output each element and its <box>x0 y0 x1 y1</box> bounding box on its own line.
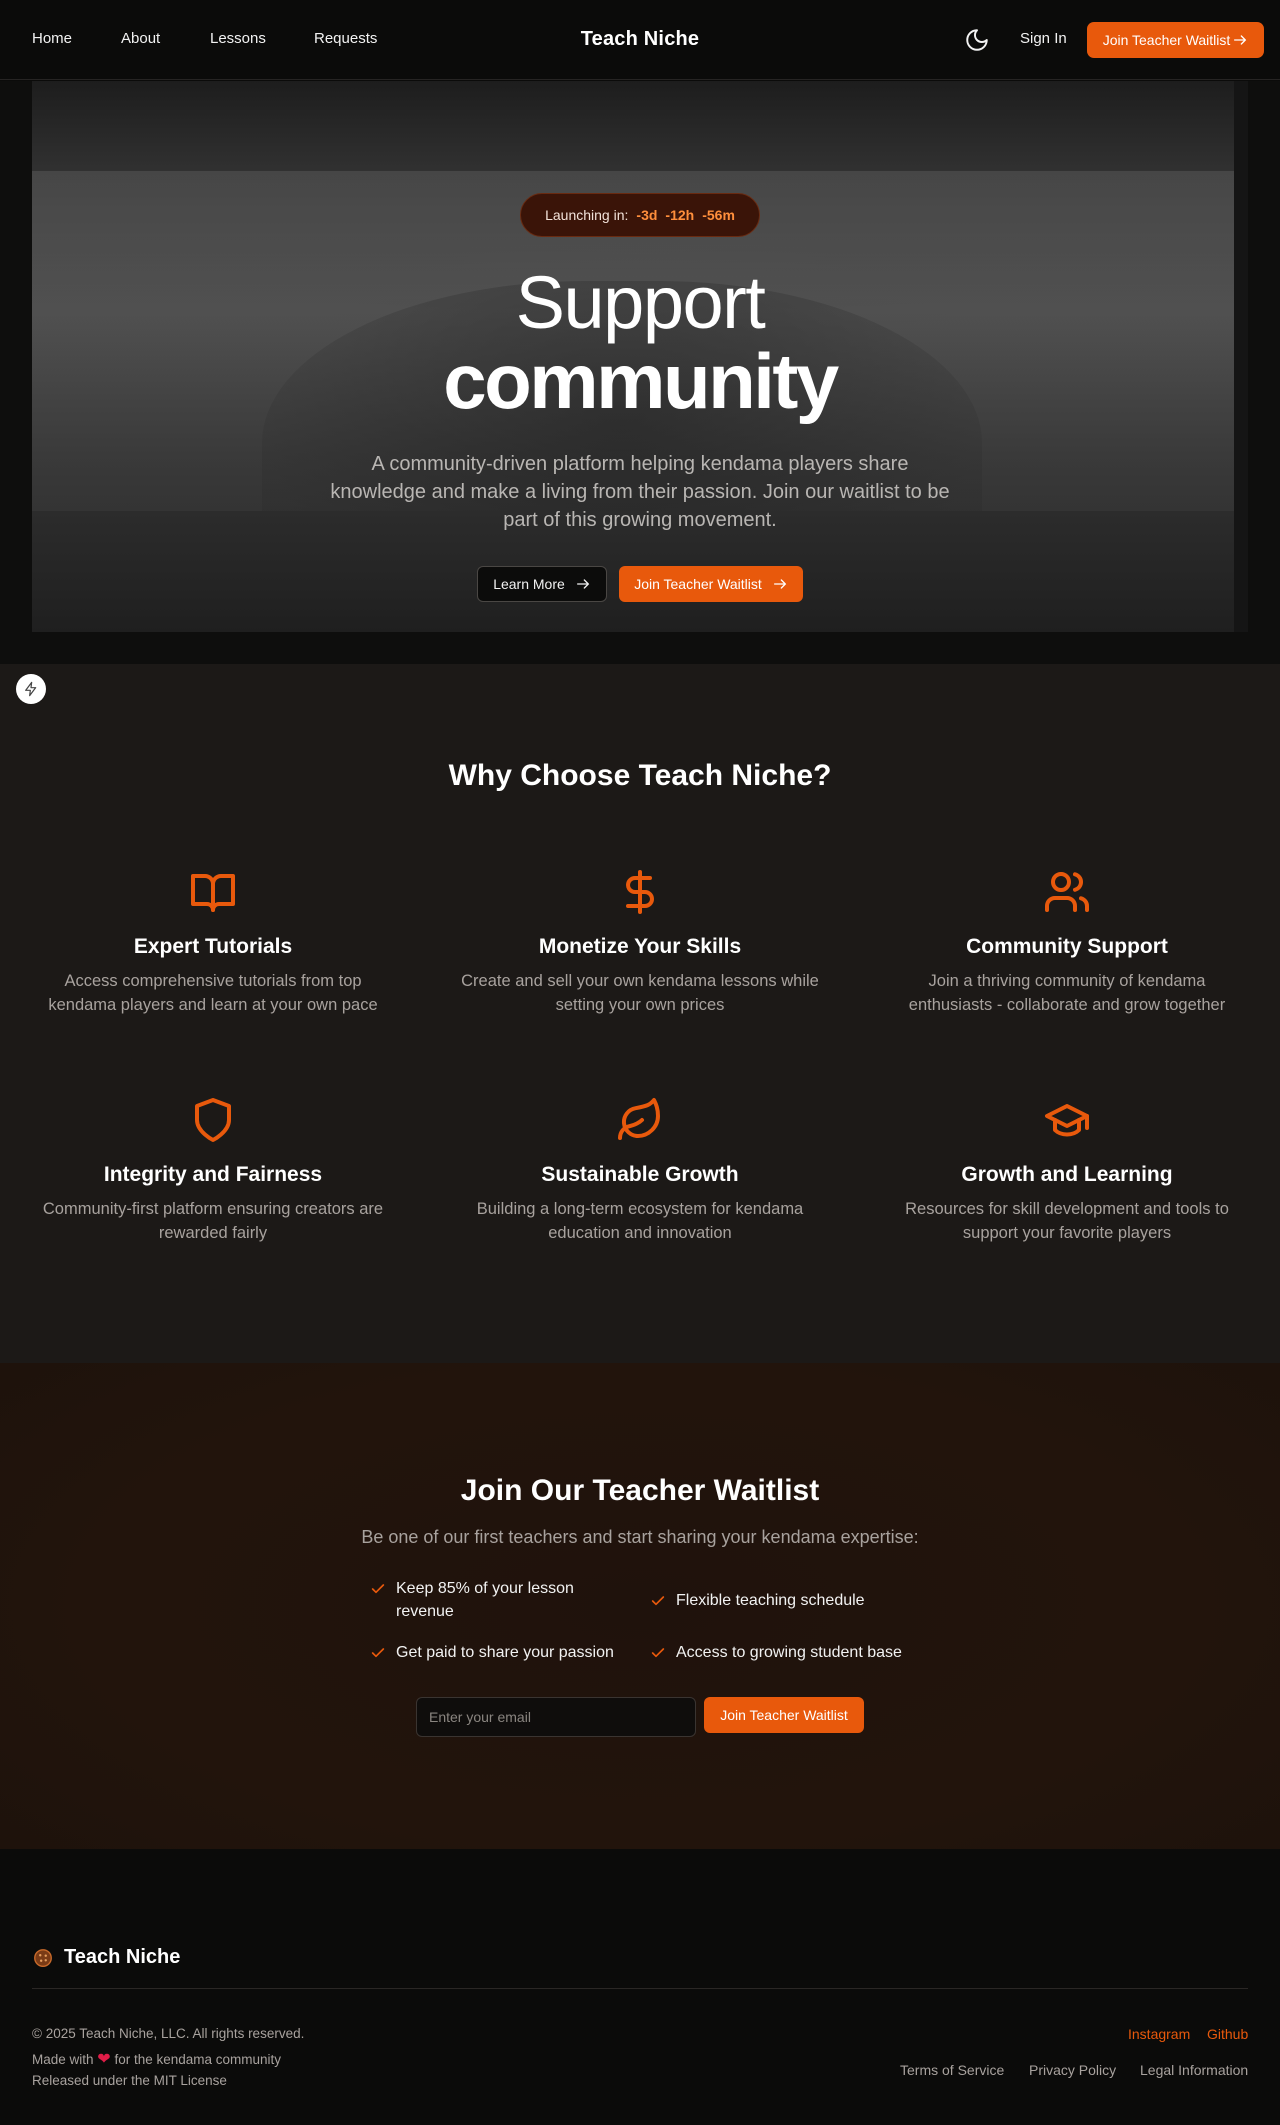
launch-countdown-pill: Launching in: -3d -12h -56m <box>520 193 760 237</box>
shield-icon <box>195 1098 231 1142</box>
check-icon <box>651 1596 665 1606</box>
arrow-right-icon <box>576 579 590 589</box>
perk-text: Access to growing student base <box>676 1644 902 1661</box>
waitlist-section <box>0 1363 1280 1849</box>
email-input[interactable] <box>416 1697 696 1737</box>
nav-link-lessons[interactable]: Lessons <box>210 30 266 47</box>
perk-text: Flexible teaching schedule <box>676 1592 865 1609</box>
perk-text: Get paid to share your passion <box>396 1644 614 1661</box>
top-nav: Home About Lessons Requests Teach Niche … <box>0 0 1280 80</box>
hero-waitlist-label: Join Teacher Waitlist <box>634 576 762 592</box>
feature-title: Community Support <box>966 935 1168 958</box>
feature-text: Access comprehensive tutorials from top … <box>48 972 378 1014</box>
learn-more-label: Learn More <box>493 576 565 592</box>
perk-item: Access to growing student base <box>650 1641 910 1664</box>
heart-icon: ❤ <box>97 2051 111 2068</box>
footer-brand[interactable]: Teach Niche <box>32 1946 180 1969</box>
feature-title: Monetize Your Skills <box>538 935 742 958</box>
nav-waitlist-button[interactable]: Join Teacher Waitlist <box>1087 22 1264 58</box>
launch-label: Launching in: <box>545 207 629 223</box>
check-icon <box>651 1648 665 1658</box>
feature-title: Expert Tutorials <box>133 935 293 958</box>
license-text: Released under the MIT License <box>32 2073 227 2088</box>
countdown-values: -3d -12h -56m <box>636 207 734 223</box>
countdown-hours: -12h <box>665 207 695 223</box>
nav-link-home[interactable]: Home <box>32 30 72 47</box>
feature-text: Join a thriving community of kendama ent… <box>908 972 1226 1014</box>
feature-card: Monetize Your Skills Create and sell you… <box>460 868 820 1017</box>
feature-title: Sustainable Growth <box>541 1163 739 1186</box>
users-icon <box>1045 872 1089 912</box>
waitlist-submit-button[interactable]: Join Teacher Waitlist <box>704 1697 864 1733</box>
instagram-link[interactable]: Instagram <box>1128 2026 1190 2042</box>
dollar-sign-icon <box>626 870 654 914</box>
features-title: Why Choose Teach Niche? <box>448 759 832 792</box>
copyright-text: © 2025 Teach Niche, LLC. All rights rese… <box>32 2026 305 2041</box>
check-icon <box>371 1584 385 1594</box>
lightning-bolt-icon[interactable] <box>16 674 46 704</box>
feature-card: Integrity and Fairness Community-first p… <box>33 1096 393 1245</box>
nav-link-about[interactable]: About <box>121 30 160 47</box>
nav-waitlist-label: Join Teacher Waitlist <box>1102 32 1231 48</box>
countdown-minutes: -56m <box>702 207 735 223</box>
hero-title-line1: Support <box>515 261 766 344</box>
countdown-days: -3d <box>636 207 658 223</box>
footer-brand-label: Teach Niche <box>64 1946 181 1968</box>
footer-divider <box>32 1988 1248 1989</box>
graduation-cap-icon <box>1045 1104 1089 1137</box>
perk-item: Get paid to share your passion <box>370 1641 630 1664</box>
privacy-link[interactable]: Privacy Policy <box>1029 2062 1116 2078</box>
arrow-right-icon <box>1234 35 1247 45</box>
feature-card: Community Support Join a thriving commun… <box>887 868 1247 1017</box>
hero-title-line2: community <box>443 337 839 425</box>
hero-waitlist-button[interactable]: Join Teacher Waitlist <box>619 566 803 602</box>
arrow-right-icon <box>773 579 787 589</box>
moon-icon[interactable] <box>964 27 990 53</box>
made-with-prefix: Made with <box>32 2052 94 2067</box>
hero-subtitle: A community-driven platform helping kend… <box>330 453 950 531</box>
nav-brand[interactable]: Teach Niche <box>581 28 700 50</box>
waitlist-title: Join Our Teacher Waitlist <box>460 1474 820 1507</box>
perk-text: Keep 85% of your lesson revenue <box>396 1580 574 1620</box>
kendama-logo-icon <box>34 1948 52 1967</box>
check-icon <box>371 1648 385 1658</box>
perk-item: Flexible teaching schedule <box>650 1589 910 1612</box>
leaf-icon <box>618 1098 660 1140</box>
feature-text: Resources for skill development and tool… <box>905 1200 1229 1242</box>
book-open-icon <box>191 874 235 912</box>
feature-card: Sustainable Growth Building a long-term … <box>460 1096 820 1245</box>
made-with-suffix: for the kendama community <box>114 2052 282 2067</box>
github-link[interactable]: Github <box>1207 2026 1248 2042</box>
feature-text: Building a long-term ecosystem for kenda… <box>476 1200 804 1242</box>
feature-title: Growth and Learning <box>961 1163 1173 1186</box>
terms-link[interactable]: Terms of Service <box>900 2062 1004 2078</box>
learn-more-button[interactable]: Learn More <box>477 566 607 602</box>
feature-card: Expert Tutorials Access comprehensive tu… <box>33 868 393 1017</box>
feature-title: Integrity and Fairness <box>103 1163 323 1186</box>
sign-in-link[interactable]: Sign In <box>1020 30 1067 47</box>
feature-card: Growth and Learning Resources for skill … <box>887 1096 1247 1245</box>
perk-item: Keep 85% of your lesson revenue <box>370 1577 610 1623</box>
made-with-text: Made with ❤ for the kendama community <box>32 2049 281 2069</box>
feature-text: Community-first platform ensuring creato… <box>42 1200 384 1242</box>
nav-link-requests[interactable]: Requests <box>314 30 377 47</box>
feature-text: Create and sell your own kendama lessons… <box>461 972 819 1014</box>
legal-info-link[interactable]: Legal Information <box>1140 2062 1248 2078</box>
waitlist-subtitle: Be one of our first teachers and start s… <box>361 1527 919 1547</box>
